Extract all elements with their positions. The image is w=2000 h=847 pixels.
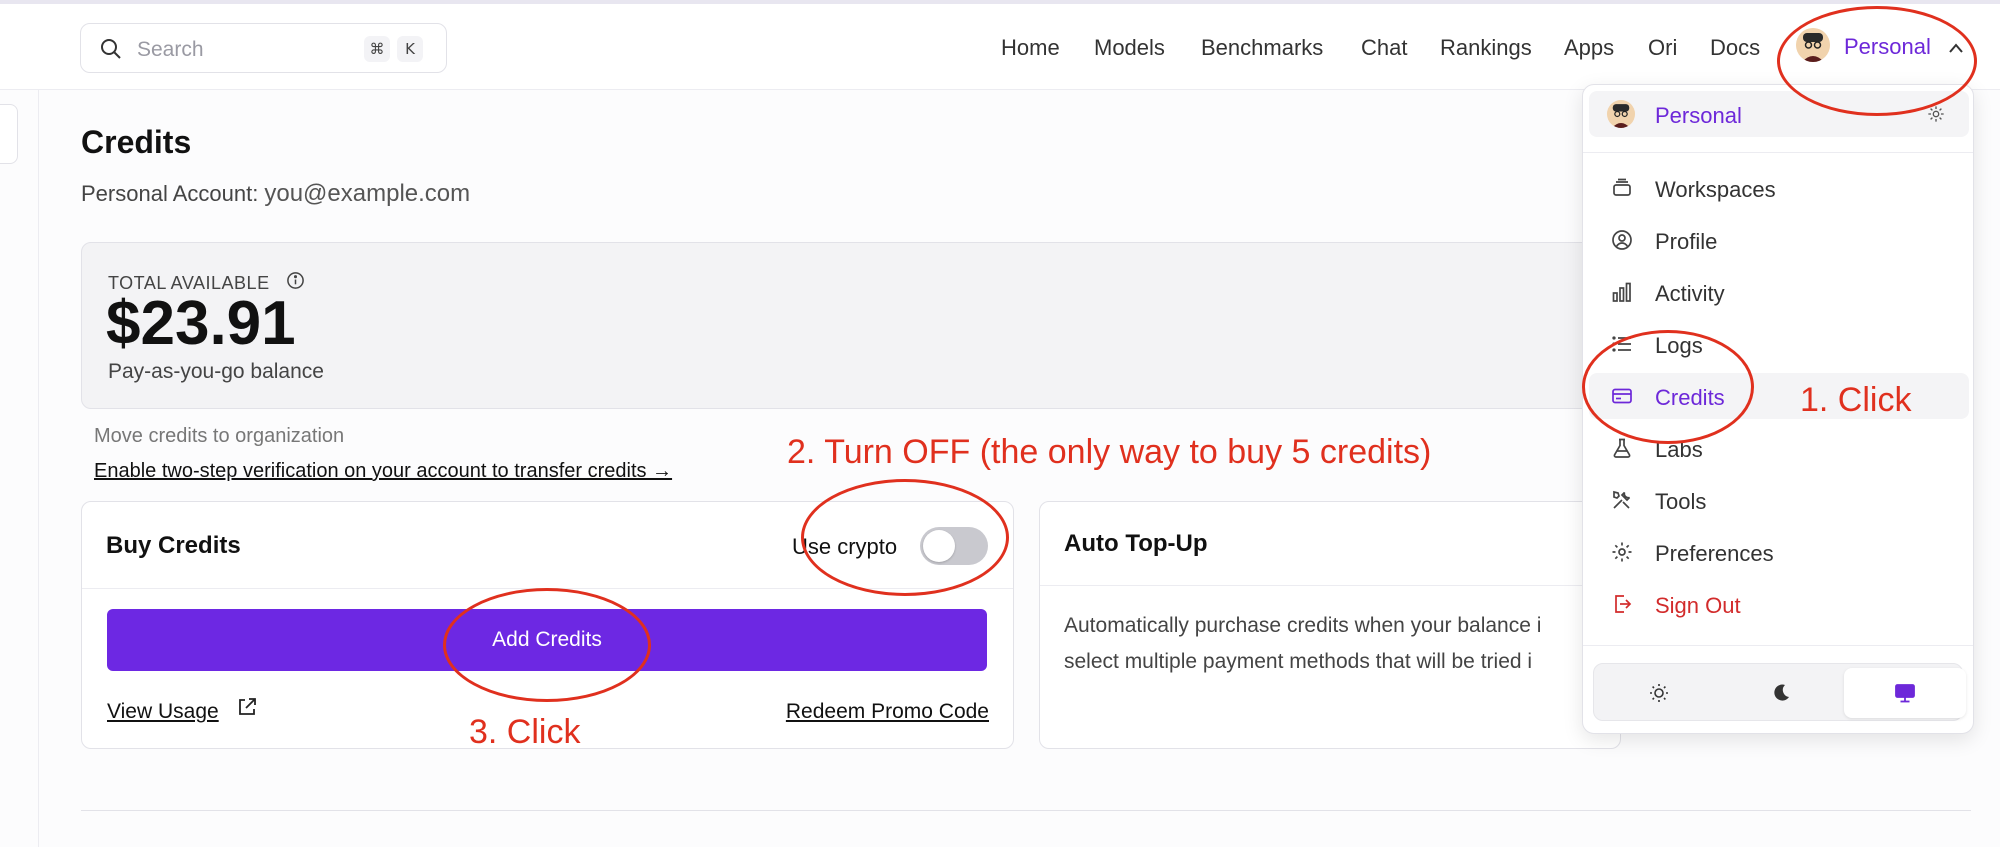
menu-divider xyxy=(1583,645,1973,646)
sidebar-toggle[interactable] xyxy=(0,104,18,164)
menu-item-workspaces[interactable]: Workspaces xyxy=(1589,165,1969,211)
nav-benchmarks[interactable]: Benchmarks xyxy=(1201,35,1323,61)
sidebar-divider xyxy=(38,90,39,847)
nav-apps[interactable]: Apps xyxy=(1564,35,1614,61)
menu-item-activity[interactable]: Activity xyxy=(1589,269,1969,315)
enable-2fa-link[interactable]: Enable two-step verification on your acc… xyxy=(94,460,672,483)
menu-item-sign-out[interactable]: Sign Out xyxy=(1589,581,1969,627)
account-line: Personal Account: you@example.com xyxy=(81,180,470,208)
annotation-ring-add-credits xyxy=(443,588,651,702)
search-input[interactable]: Search ⌘ K xyxy=(80,23,447,73)
profile-icon xyxy=(1612,230,1632,250)
nav-chat[interactable]: Chat xyxy=(1361,35,1407,61)
sun-icon xyxy=(1650,684,1668,702)
command-key: ⌘ xyxy=(364,36,390,62)
menu-item-tools[interactable]: Tools xyxy=(1589,477,1969,523)
labs-icon xyxy=(1613,438,1631,458)
external-link-icon[interactable] xyxy=(236,696,258,718)
workspaces-icon xyxy=(1613,178,1631,196)
menu-item-profile[interactable]: Profile xyxy=(1589,217,1969,263)
sign-out-icon xyxy=(1615,595,1632,613)
auto-topup-title: Auto Top-Up xyxy=(1064,530,1208,557)
top-header: Search ⌘ K Home Models Benchmarks Chat R… xyxy=(0,4,2000,90)
theme-system-button[interactable] xyxy=(1844,668,1966,718)
section-divider xyxy=(81,810,1971,811)
theme-switcher xyxy=(1593,663,1966,721)
annotation-ring-workspace xyxy=(1777,6,1977,116)
search-placeholder: Search xyxy=(137,38,204,61)
balance-amount: $23.91 xyxy=(106,289,296,358)
preferences-icon xyxy=(1612,542,1632,562)
annotation-ring-crypto-toggle xyxy=(801,479,1009,596)
auto-topup-description: Automatically purchase credits when your… xyxy=(1064,614,1542,673)
moon-icon xyxy=(1774,684,1789,701)
annotation-step-2: 2. Turn OFF (the only way to buy 5 credi… xyxy=(787,433,1432,471)
account-email: you@example.com xyxy=(264,180,471,207)
menu-header-label: Personal xyxy=(1655,103,1742,128)
menu-item-preferences[interactable]: Preferences xyxy=(1589,529,1969,575)
view-usage-link[interactable]: View Usage xyxy=(107,700,219,724)
avatar xyxy=(1607,100,1635,128)
auto-topup-card: Auto Top-Up Automatically purchase credi… xyxy=(1039,501,1621,749)
buy-credits-title: Buy Credits xyxy=(106,532,241,559)
card-divider xyxy=(1040,585,1620,586)
search-icon xyxy=(101,39,121,59)
account-label: Personal Account: xyxy=(81,181,259,206)
activity-icon xyxy=(1612,282,1631,302)
nav-home[interactable]: Home xyxy=(1001,35,1060,61)
nav-rankings[interactable]: Rankings xyxy=(1440,35,1532,61)
monitor-icon xyxy=(1895,684,1915,703)
k-key: K xyxy=(397,36,423,62)
balance-subtitle: Pay-as-you-go balance xyxy=(108,360,324,383)
theme-dark-button[interactable] xyxy=(1720,668,1842,718)
menu-divider xyxy=(1583,152,1973,153)
annotation-step-1: 1. Click xyxy=(1800,381,1912,419)
nav-ori[interactable]: Ori xyxy=(1648,35,1677,61)
tools-icon xyxy=(1613,490,1631,509)
theme-light-button[interactable] xyxy=(1598,668,1720,718)
move-credits-label: Move credits to organization xyxy=(94,425,345,447)
nav-docs[interactable]: Docs xyxy=(1710,35,1760,61)
nav-models[interactable]: Models xyxy=(1094,35,1165,61)
annotation-ring-credits xyxy=(1582,330,1754,444)
page-title: Credits xyxy=(81,124,192,160)
redeem-promo-link[interactable]: Redeem Promo Code xyxy=(786,700,989,724)
balance-card: TOTAL AVAILABLE $23.91 Pay-as-you-go bal… xyxy=(81,242,1621,409)
annotation-step-3: 3. Click xyxy=(469,713,581,751)
